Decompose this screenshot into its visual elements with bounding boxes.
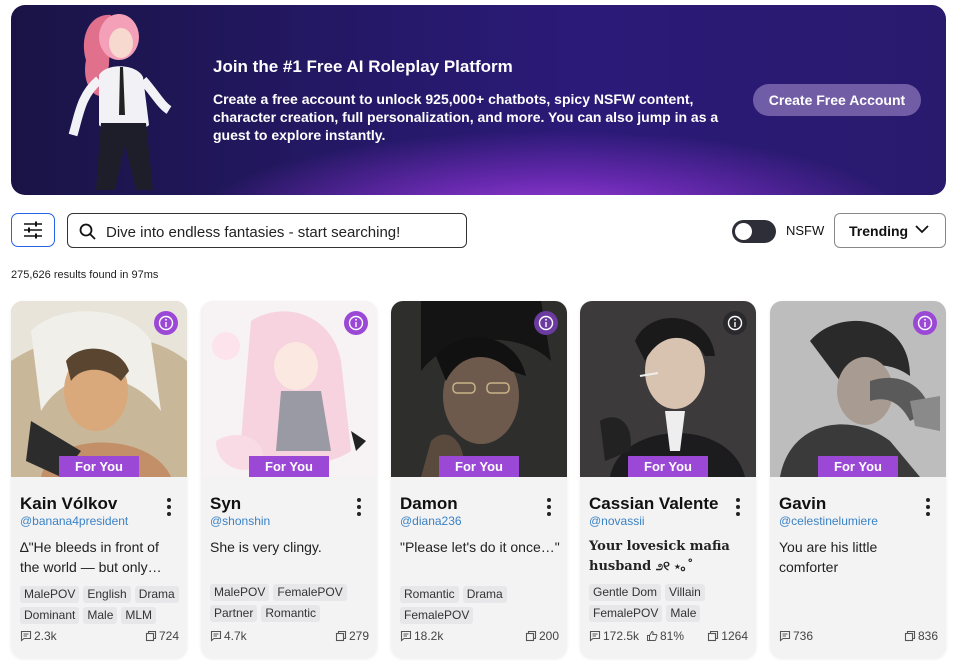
banner-title: Join the #1 Free AI Roleplay Platform — [213, 57, 513, 76]
character-card[interactable]: For You Kain Vólkov @banana4president ∆"… — [11, 301, 187, 658]
tag-list: Romantic Drama FemalePOV — [400, 586, 564, 624]
chevron-down-icon — [915, 225, 929, 234]
character-description: Your lovesick mafia husband ೨୧ ⋆｡˚ — [589, 539, 730, 574]
tag[interactable]: Drama — [134, 586, 179, 603]
thumbs-up-icon — [647, 630, 658, 641]
character-name: Gavin — [779, 494, 827, 513]
tag[interactable]: Drama — [462, 586, 507, 603]
save-count: 200 — [525, 629, 559, 643]
search-input[interactable]: Dive into endless fantasies - start sear… — [67, 213, 467, 248]
for-you-badge: For You — [439, 456, 519, 477]
tag-list: Gentle Dom Villain FemalePOV Male — [589, 584, 753, 622]
save-count: 1264 — [707, 629, 748, 643]
tag[interactable]: MalePOV — [20, 586, 80, 603]
tag[interactable]: Gentle Dom — [589, 584, 662, 601]
character-card[interactable]: For You Cassian Valente @novassii Your l… — [580, 301, 756, 658]
more-options-icon[interactable] — [167, 498, 171, 519]
create-account-button[interactable]: Create Free Account — [753, 84, 921, 116]
character-description: "Please let's do it once…" — [400, 539, 560, 555]
tag[interactable]: Dominant — [20, 607, 80, 624]
info-icon[interactable] — [723, 311, 747, 335]
more-options-icon[interactable] — [926, 498, 930, 519]
tag[interactable]: Romantic — [400, 586, 459, 603]
signup-banner: Join the #1 Free AI Roleplay Platform Cr… — [11, 5, 946, 195]
info-icon[interactable] — [154, 311, 178, 335]
save-count: 836 — [904, 629, 938, 643]
chat-icon — [589, 630, 601, 642]
tag[interactable]: FemalePOV — [273, 584, 347, 601]
for-you-badge: For You — [818, 456, 898, 477]
creator-link[interactable]: @novassii — [589, 514, 645, 528]
creator-link[interactable]: @shonshin — [210, 514, 270, 528]
filter-button[interactable] — [11, 213, 55, 247]
nsfw-label: NSFW — [786, 223, 825, 238]
tag-list: MalePOV FemalePOV Partner Romantic — [210, 584, 374, 622]
for-you-badge: For You — [249, 456, 329, 477]
for-you-badge: For You — [628, 456, 708, 477]
creator-link[interactable]: @banana4president — [20, 514, 128, 528]
tag[interactable]: FemalePOV — [400, 607, 474, 624]
info-icon[interactable] — [344, 311, 368, 335]
sliders-icon — [24, 221, 42, 239]
banner-text: Create a free account to unlock 925,000+… — [213, 91, 719, 143]
for-you-badge: For You — [59, 456, 139, 477]
more-options-icon[interactable] — [547, 498, 551, 519]
character-description: ∆"He bleeds in front of the world — but … — [20, 539, 162, 575]
save-count: 724 — [145, 629, 179, 643]
character-name: Kain Vólkov — [20, 494, 118, 513]
character-illustration — [68, 14, 172, 190]
chat-count: 2.3k — [20, 629, 57, 643]
results-count: 275,626 results found in 97ms — [11, 269, 159, 281]
copy-icon — [145, 630, 157, 642]
chat-icon — [779, 630, 791, 642]
chat-icon — [210, 630, 222, 642]
character-name: Cassian Valente — [589, 494, 719, 513]
tag[interactable]: MalePOV — [210, 584, 270, 601]
copy-icon — [525, 630, 537, 642]
copy-icon — [335, 630, 347, 642]
tag[interactable]: Male — [83, 607, 118, 624]
sort-selected: Trending — [849, 223, 909, 239]
copy-icon — [904, 630, 916, 642]
tag[interactable]: Romantic — [261, 605, 321, 622]
like-rate: 81% — [646, 629, 684, 643]
chat-count: 736 — [779, 629, 813, 643]
chat-icon — [20, 630, 32, 642]
chat-count: 18.2k — [400, 629, 443, 643]
character-card[interactable]: For You Syn @shonshin She is very clingy… — [201, 301, 377, 658]
character-description: She is very clingy. — [210, 539, 322, 555]
copy-icon — [708, 630, 719, 642]
chat-icon — [400, 630, 412, 642]
save-count: 279 — [335, 629, 369, 643]
sort-dropdown[interactable]: Trending — [834, 213, 946, 248]
tag[interactable]: MLM — [121, 607, 157, 624]
tag[interactable]: Partner — [210, 605, 258, 622]
nsfw-toggle[interactable] — [732, 220, 776, 243]
search-placeholder: Dive into endless fantasies - start sear… — [106, 224, 401, 241]
chat-count: 4.7k — [210, 629, 247, 643]
info-icon[interactable] — [534, 311, 558, 335]
character-name: Damon — [400, 494, 458, 513]
tag[interactable]: Villain — [665, 584, 705, 601]
character-card[interactable]: For You Damon @diana236 "Please let's do… — [391, 301, 567, 658]
info-icon[interactable] — [913, 311, 937, 335]
character-card[interactable]: For You Gavin @celestinelumiere You are … — [770, 301, 946, 658]
more-options-icon[interactable] — [357, 498, 361, 519]
toggle-knob — [735, 223, 752, 240]
character-name: Syn — [210, 494, 242, 513]
chat-count: 172.5k — [589, 629, 639, 643]
character-description: You are his little comforter — [779, 539, 878, 575]
tag-list: MalePOV English Drama Dominant Male MLM — [20, 586, 184, 624]
tag[interactable]: FemalePOV — [589, 605, 663, 622]
search-icon — [79, 223, 96, 240]
tag[interactable]: English — [83, 586, 131, 603]
creator-link[interactable]: @celestinelumiere — [779, 514, 878, 528]
tag[interactable]: Male — [666, 605, 701, 622]
more-options-icon[interactable] — [736, 498, 740, 519]
creator-link[interactable]: @diana236 — [400, 514, 462, 528]
